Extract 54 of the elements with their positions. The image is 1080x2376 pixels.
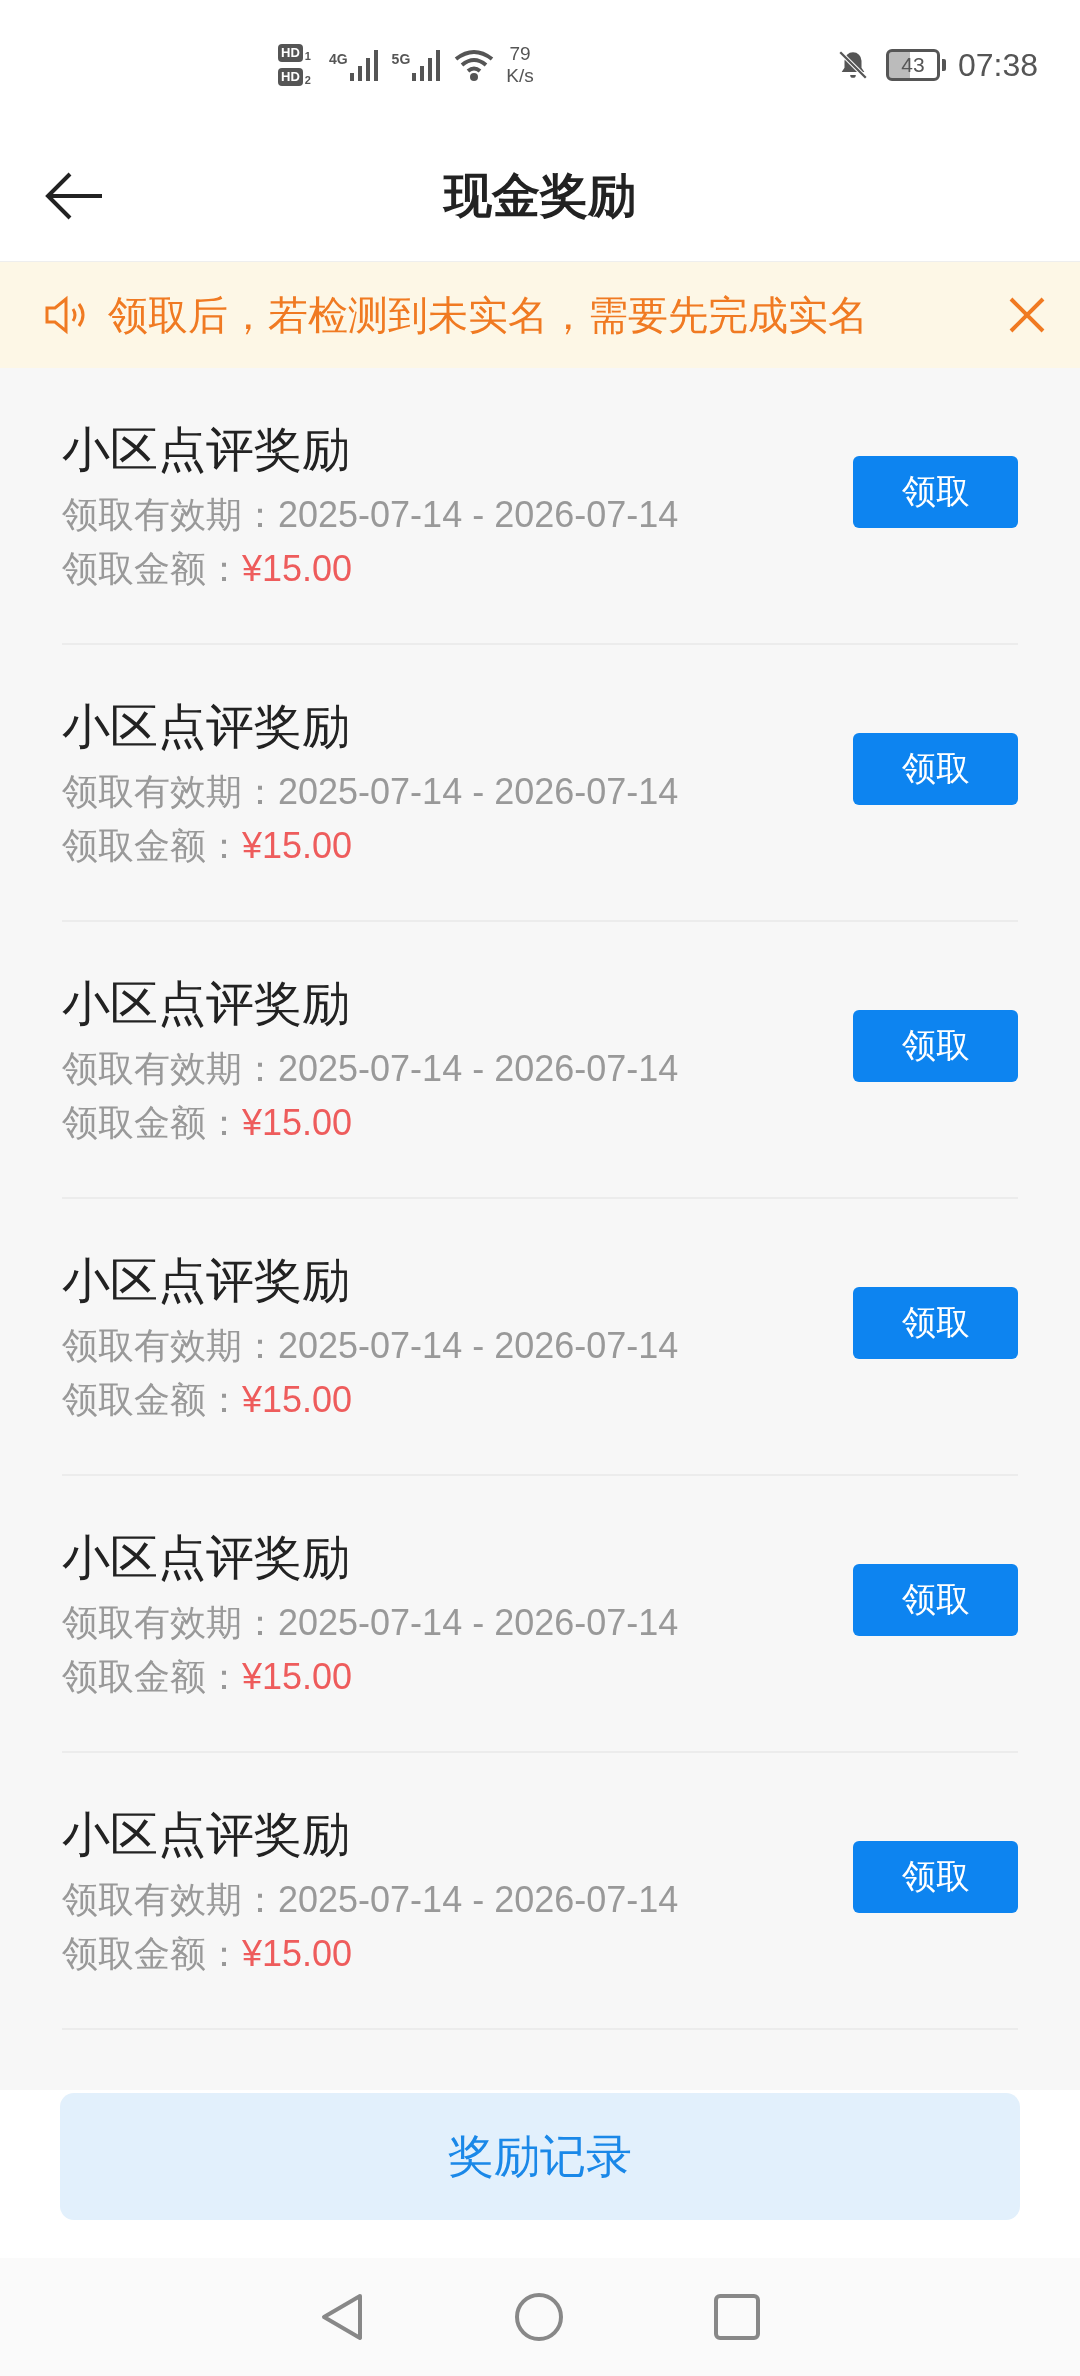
claim-button[interactable]: 领取 (853, 1563, 1018, 1636)
period-label: 领取有效期： (62, 1323, 278, 1368)
recents-nav-icon[interactable] (714, 2294, 760, 2340)
speed-unit: K/s (506, 65, 534, 87)
hd-badge: HD (278, 44, 303, 62)
notice-text: 领取后，若检测到未实名，需要先完成实名 (108, 292, 869, 339)
amount-label: 领取金额： (62, 823, 242, 868)
period-label: 领取有效期： (62, 1046, 278, 1091)
period-label: 领取有效期： (62, 1600, 278, 1645)
period-dates: 2025-07-14 - 2026-07-14 (278, 1877, 679, 1922)
amount-value: ¥15.00 (242, 1654, 353, 1699)
home-nav-icon[interactable] (514, 2292, 564, 2342)
amount-value: ¥15.00 (242, 546, 353, 591)
reward-title: 小区点评奖励 (62, 1806, 351, 1863)
claim-button[interactable]: 领取 (853, 1840, 1018, 1913)
period-dates: 2025-07-14 - 2026-07-14 (278, 1323, 679, 1368)
claim-button[interactable]: 领取 (853, 1009, 1018, 1082)
amount-label: 领取金额： (62, 1654, 242, 1699)
reward-title: 小区点评奖励 (62, 698, 351, 755)
hd-badge: HD (278, 68, 303, 86)
amount-value: ¥15.00 (242, 1931, 353, 1976)
clock-time: 07:38 (957, 46, 1038, 85)
period-dates: 2025-07-14 - 2026-07-14 (278, 769, 679, 814)
sim-number: 2 (304, 75, 311, 86)
reward-title: 小区点评奖励 (62, 1252, 351, 1309)
amount-label: 领取金额： (62, 1931, 242, 1976)
claim-button[interactable]: 领取 (853, 455, 1018, 528)
sim-number: 1 (304, 51, 311, 62)
amount-value: ¥15.00 (242, 1377, 353, 1422)
amount-value: ¥15.00 (242, 1100, 353, 1145)
signal-icon (349, 49, 380, 81)
network-type: 4G (328, 50, 348, 69)
claim-button[interactable]: 领取 (853, 732, 1018, 805)
amount-value: ¥15.00 (242, 823, 353, 868)
period-dates: 2025-07-14 - 2026-07-14 (278, 1600, 679, 1645)
back-nav-icon[interactable] (320, 2292, 364, 2342)
reward-title: 小区点评奖励 (62, 421, 351, 478)
signal-icon (412, 49, 443, 81)
reward-title: 小区点评奖励 (62, 1529, 351, 1586)
period-dates: 2025-07-14 - 2026-07-14 (278, 1046, 679, 1091)
reward-history-button[interactable]: 奖励记录 (60, 2093, 1020, 2220)
period-label: 领取有效期： (62, 492, 278, 537)
wifi-icon (454, 49, 495, 81)
network-type: 5G (391, 50, 411, 69)
speed-value: 79 (509, 43, 531, 65)
amount-label: 领取金额： (62, 546, 242, 591)
amount-label: 领取金额： (62, 1100, 242, 1145)
page-title: 现金奖励 (444, 167, 636, 224)
reward-title: 小区点评奖励 (62, 975, 351, 1032)
period-dates: 2025-07-14 - 2026-07-14 (278, 492, 679, 537)
period-label: 领取有效期： (62, 1877, 278, 1922)
period-label: 领取有效期： (62, 769, 278, 814)
amount-label: 领取金额： (62, 1377, 242, 1422)
claim-button[interactable]: 领取 (853, 1286, 1018, 1359)
